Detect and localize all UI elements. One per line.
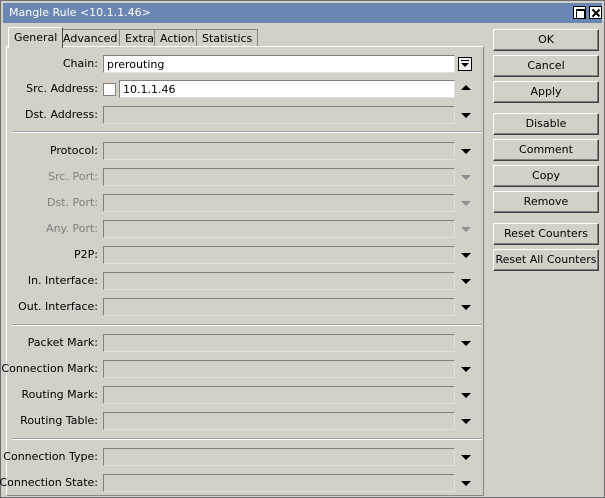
chain-label: Chain:: [62, 57, 98, 70]
collapse-up-icon[interactable]: [460, 80, 472, 98]
connection-type-field[interactable]: [103, 448, 455, 466]
dst-address-field[interactable]: [103, 106, 455, 124]
restore-icon[interactable]: [573, 6, 586, 19]
chain-field[interactable]: prerouting: [103, 55, 455, 73]
remove-button[interactable]: Remove: [493, 191, 599, 213]
dst-port-dropdown-icon: [460, 194, 472, 212]
cancel-button[interactable]: Cancel: [493, 55, 599, 77]
src-port-field: [103, 168, 455, 186]
comment-button[interactable]: Comment: [493, 139, 599, 161]
p2p-dropdown-icon[interactable]: [460, 246, 472, 264]
in-interface-label: In. Interface:: [27, 274, 98, 287]
reset-counters-button[interactable]: Reset Counters: [493, 223, 599, 245]
chain-dropdown-icon[interactable]: [458, 57, 472, 71]
window-title: Mangle Rule <10.1.1.46>: [9, 6, 151, 19]
p2p-label: P2P:: [74, 248, 98, 261]
apply-button[interactable]: Apply: [493, 81, 599, 103]
routing-mark-field[interactable]: [103, 386, 455, 404]
out-interface-dropdown-icon[interactable]: [460, 298, 472, 316]
divider: [12, 438, 482, 440]
connection-state-dropdown-icon[interactable]: [460, 474, 472, 492]
any-port-field: [103, 220, 455, 238]
p2p-field[interactable]: [103, 246, 455, 264]
reset-all-counters-button[interactable]: Reset All Counters: [493, 249, 599, 271]
close-icon[interactable]: [589, 6, 602, 19]
routing-table-label: Routing Table:: [20, 414, 98, 427]
out-interface-label: Out. Interface:: [18, 300, 98, 313]
protocol-label: Protocol:: [49, 144, 98, 157]
src-address-label: Src. Address:: [26, 82, 98, 95]
src-address-negate-checkbox[interactable]: [103, 83, 116, 96]
packet-mark-label: Packet Mark:: [27, 336, 98, 349]
in-interface-dropdown-icon[interactable]: [460, 272, 472, 290]
dst-port-label: Dst. Port:: [46, 196, 98, 209]
routing-table-field[interactable]: [103, 412, 455, 430]
connection-mark-label: Connection Mark:: [1, 362, 98, 375]
chain-value: prerouting: [107, 58, 165, 71]
ok-button[interactable]: OK: [493, 29, 599, 51]
tab-general[interactable]: General: [8, 27, 64, 48]
connection-state-field[interactable]: [103, 474, 455, 492]
routing-mark-dropdown-icon[interactable]: [460, 386, 472, 404]
src-port-dropdown-icon: [460, 168, 472, 186]
src-port-label: Src. Port:: [48, 170, 98, 183]
divider: [12, 131, 482, 133]
protocol-field[interactable]: [103, 142, 455, 160]
src-address-value: 10.1.1.46: [123, 83, 176, 96]
any-port-dropdown-icon: [460, 220, 472, 238]
disable-button[interactable]: Disable: [493, 113, 599, 135]
dst-port-field: [103, 194, 455, 212]
connection-type-label: Connection Type:: [3, 450, 98, 463]
routing-mark-label: Routing Mark:: [21, 388, 98, 401]
in-interface-field[interactable]: [103, 272, 455, 290]
connection-state-label: Connection State:: [0, 476, 98, 489]
connection-mark-field[interactable]: [103, 360, 455, 378]
divider: [12, 324, 482, 326]
packet-mark-field[interactable]: [103, 334, 455, 352]
protocol-dropdown-icon[interactable]: [460, 142, 472, 160]
dst-address-dropdown-icon[interactable]: [460, 106, 472, 124]
title-bar: Mangle Rule <10.1.1.46>: [3, 3, 602, 23]
out-interface-field[interactable]: [103, 298, 455, 316]
src-address-field[interactable]: 10.1.1.46: [119, 80, 455, 98]
connection-mark-dropdown-icon[interactable]: [460, 360, 472, 378]
any-port-label: Any. Port:: [46, 222, 98, 235]
packet-mark-dropdown-icon[interactable]: [460, 334, 472, 352]
connection-type-dropdown-icon[interactable]: [460, 448, 472, 466]
routing-table-dropdown-icon[interactable]: [460, 412, 472, 430]
dst-address-label: Dst. Address:: [24, 108, 98, 121]
copy-button[interactable]: Copy: [493, 165, 599, 187]
